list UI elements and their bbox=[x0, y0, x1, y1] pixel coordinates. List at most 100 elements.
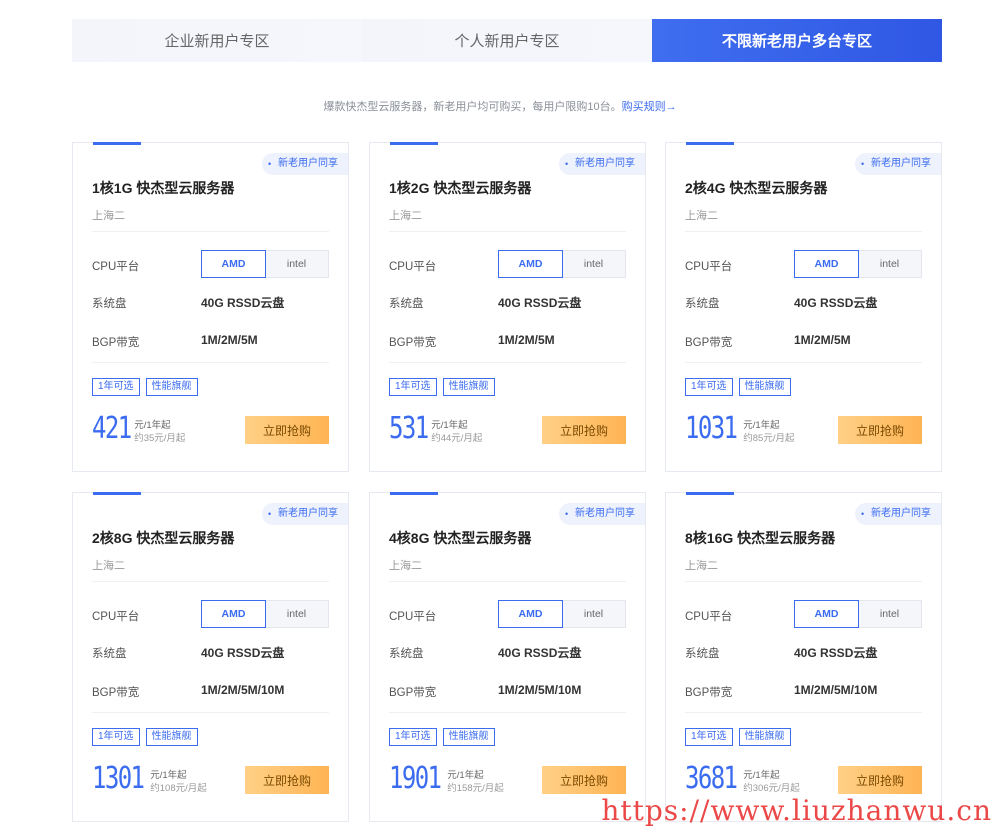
tag-performance: 性能旗舰 bbox=[442, 728, 495, 746]
purchase-notice: 爆款快杰型云服务器，新老用户均可购买，每用户限购10台。购买规则→ bbox=[0, 98, 1000, 114]
bandwidth-value: 1M/2M/5M bbox=[201, 333, 258, 347]
divider bbox=[685, 362, 922, 363]
tag-performance: 性能旗舰 bbox=[442, 378, 495, 396]
notice-text: 爆款快杰型云服务器，新老用户均可购买，每用户限购10台。 bbox=[323, 101, 622, 113]
cpu-option-amd[interactable]: AMD bbox=[498, 250, 563, 278]
price-monthly: 约35元/月起 bbox=[134, 433, 186, 444]
bandwidth-value: 1M/2M/5M bbox=[498, 333, 555, 347]
divider bbox=[92, 581, 329, 582]
feature-tags: 1年可选 性能旗舰 bbox=[389, 728, 495, 746]
divider bbox=[389, 362, 626, 363]
card-accent-bar bbox=[390, 492, 438, 495]
card-accent-bar bbox=[686, 492, 734, 495]
tag-one-year: 1年可选 bbox=[92, 378, 140, 396]
disk-label: 系统盘 bbox=[685, 298, 720, 310]
tab-all-users-multi[interactable]: 不限新老用户多台专区 bbox=[652, 19, 942, 62]
divider bbox=[92, 712, 329, 713]
buy-now-button[interactable]: 立即抢购 bbox=[838, 766, 922, 794]
shared-user-badge: 新老用户同享 bbox=[559, 503, 645, 525]
bandwidth-label: BGP带宽 bbox=[389, 337, 437, 349]
product-region: 上海二 bbox=[685, 210, 718, 222]
disk-label: 系统盘 bbox=[685, 648, 720, 660]
shared-user-badge: 新老用户同享 bbox=[262, 503, 348, 525]
product-region: 上海二 bbox=[92, 210, 125, 222]
shared-user-badge: 新老用户同享 bbox=[262, 153, 348, 175]
product-region: 上海二 bbox=[685, 560, 718, 572]
cpu-option-amd[interactable]: AMD bbox=[201, 600, 266, 628]
disk-label: 系统盘 bbox=[92, 648, 127, 660]
disk-value: 40G RSSD云盘 bbox=[201, 296, 285, 310]
cpu-option-intel[interactable]: intel bbox=[858, 601, 921, 627]
cpu-option-intel[interactable]: intel bbox=[562, 251, 625, 277]
cpu-label: CPU平台 bbox=[389, 261, 437, 273]
disk-value: 40G RSSD云盘 bbox=[794, 296, 878, 310]
cpu-platform-selector: AMD intel bbox=[498, 600, 626, 628]
price-unit: 元/1年起 bbox=[431, 420, 468, 431]
product-title: 1核1G 快杰型云服务器 bbox=[92, 180, 235, 196]
cpu-option-amd[interactable]: AMD bbox=[498, 600, 563, 628]
price-value: 421 bbox=[92, 411, 132, 446]
product-title: 2核8G 快杰型云服务器 bbox=[92, 530, 235, 546]
bandwidth-value: 1M/2M/5M/10M bbox=[794, 683, 878, 697]
disk-value: 40G RSSD云盘 bbox=[498, 646, 582, 660]
price-block: 1031 元/1年起 约85元/月起 bbox=[685, 413, 794, 445]
divider bbox=[92, 362, 329, 363]
buy-now-button[interactable]: 立即抢购 bbox=[838, 416, 922, 444]
tab-personal-new-user[interactable]: 个人新用户专区 bbox=[362, 19, 652, 62]
cpu-option-intel[interactable]: intel bbox=[562, 601, 625, 627]
feature-tags: 1年可选 性能旗舰 bbox=[92, 728, 198, 746]
bandwidth-value: 1M/2M/5M/10M bbox=[201, 683, 285, 697]
disk-value: 40G RSSD云盘 bbox=[201, 646, 285, 660]
tab-enterprise-new-user[interactable]: 企业新用户专区 bbox=[72, 19, 362, 62]
price-monthly: 约44元/月起 bbox=[431, 433, 483, 444]
product-card: 新老用户同享 1核2G 快杰型云服务器 上海二 CPU平台 AMD intel … bbox=[369, 142, 646, 472]
disk-label: 系统盘 bbox=[92, 298, 127, 310]
price-monthly: 约158元/月起 bbox=[447, 783, 504, 794]
tag-performance: 性能旗舰 bbox=[145, 378, 198, 396]
feature-tags: 1年可选 性能旗舰 bbox=[92, 378, 198, 396]
price-meta: 元/1年起 约158元/月起 bbox=[447, 769, 504, 795]
cpu-platform-selector: AMD intel bbox=[201, 250, 329, 278]
shared-user-badge: 新老用户同享 bbox=[559, 153, 645, 175]
buy-now-button[interactable]: 立即抢购 bbox=[542, 416, 626, 444]
product-region: 上海二 bbox=[389, 560, 422, 572]
card-accent-bar bbox=[390, 142, 438, 145]
tag-one-year: 1年可选 bbox=[685, 728, 733, 746]
price-value: 1901 bbox=[389, 761, 442, 796]
cpu-option-amd[interactable]: AMD bbox=[201, 250, 266, 278]
disk-value: 40G RSSD云盘 bbox=[498, 296, 582, 310]
cpu-option-intel[interactable]: intel bbox=[265, 601, 328, 627]
price-monthly: 约85元/月起 bbox=[743, 433, 795, 444]
price-value: 531 bbox=[389, 411, 429, 446]
tag-one-year: 1年可选 bbox=[389, 378, 437, 396]
cpu-option-amd[interactable]: AMD bbox=[794, 600, 859, 628]
feature-tags: 1年可选 性能旗舰 bbox=[685, 378, 791, 396]
product-title: 8核16G 快杰型云服务器 bbox=[685, 530, 836, 546]
divider bbox=[685, 231, 922, 232]
cpu-option-intel[interactable]: intel bbox=[265, 251, 328, 277]
feature-tags: 1年可选 性能旗舰 bbox=[685, 728, 791, 746]
cpu-platform-selector: AMD intel bbox=[201, 600, 329, 628]
disk-label: 系统盘 bbox=[389, 298, 424, 310]
purchase-rules-link[interactable]: 购买规则→ bbox=[622, 101, 677, 113]
bandwidth-label: BGP带宽 bbox=[685, 687, 733, 699]
buy-now-button[interactable]: 立即抢购 bbox=[245, 416, 329, 444]
price-meta: 元/1年起 约85元/月起 bbox=[743, 419, 794, 445]
cpu-label: CPU平台 bbox=[92, 261, 140, 273]
cpu-platform-selector: AMD intel bbox=[794, 250, 922, 278]
price-block: 1301 元/1年起 约108元/月起 bbox=[92, 763, 207, 795]
cpu-platform-selector: AMD intel bbox=[794, 600, 922, 628]
product-card: 新老用户同享 4核8G 快杰型云服务器 上海二 CPU平台 AMD intel … bbox=[369, 492, 646, 822]
cpu-option-intel[interactable]: intel bbox=[858, 251, 921, 277]
price-value: 1031 bbox=[685, 411, 738, 446]
cpu-label: CPU平台 bbox=[92, 611, 140, 623]
cpu-option-amd[interactable]: AMD bbox=[794, 250, 859, 278]
price-meta: 元/1年起 约108元/月起 bbox=[150, 769, 207, 795]
disk-value: 40G RSSD云盘 bbox=[794, 646, 878, 660]
bandwidth-label: BGP带宽 bbox=[92, 337, 140, 349]
price-meta: 元/1年起 约35元/月起 bbox=[134, 419, 185, 445]
buy-now-button[interactable]: 立即抢购 bbox=[245, 766, 329, 794]
divider bbox=[685, 581, 922, 582]
tag-one-year: 1年可选 bbox=[389, 728, 437, 746]
buy-now-button[interactable]: 立即抢购 bbox=[542, 766, 626, 794]
